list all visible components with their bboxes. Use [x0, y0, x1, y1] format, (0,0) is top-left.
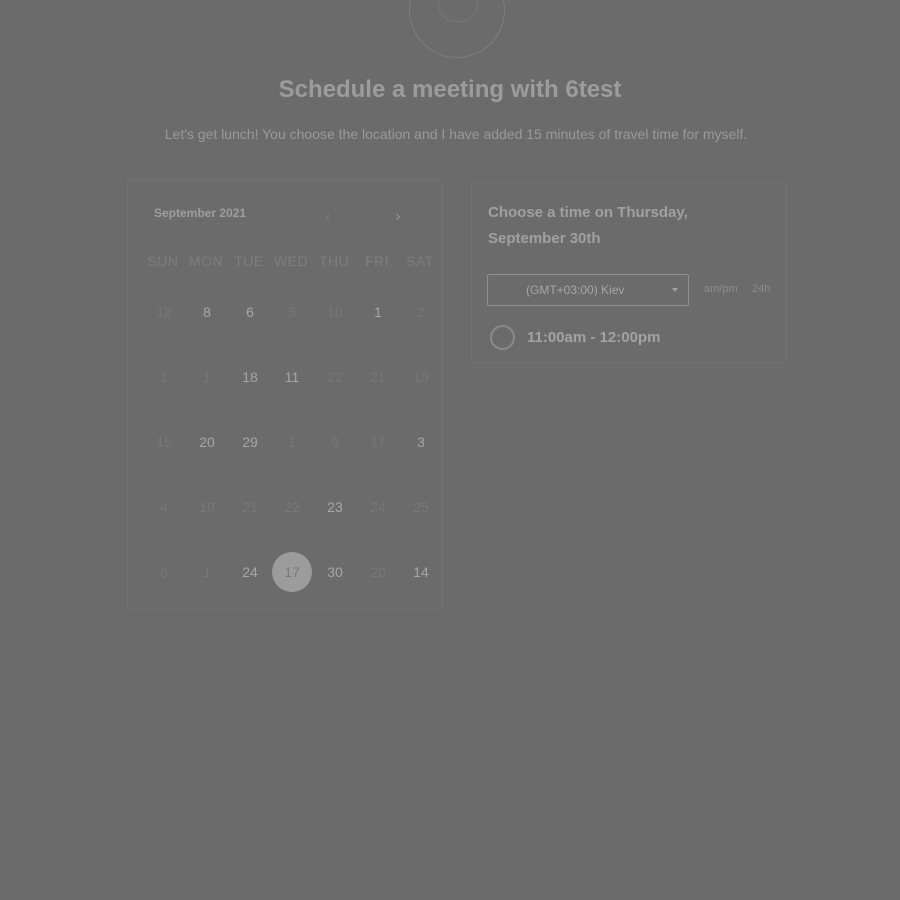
chevron-left-icon[interactable]: ‹ [320, 207, 336, 227]
page-subtitle: Let's get lunch! You choose the location… [164, 126, 748, 142]
calendar-day[interactable]: 18 [230, 357, 270, 397]
weekday-label: WED [273, 253, 309, 269]
host-avatar [409, 0, 505, 58]
avatar-icon [438, 0, 478, 22]
weekday-label: MON [188, 253, 224, 269]
calendar-day: 1 [203, 564, 211, 580]
calendar-day: 6 [160, 564, 168, 580]
time-slot-label[interactable]: 11:00am - 12:00pm [527, 329, 660, 346]
weekday-label: FRI [364, 253, 390, 269]
calendar-day[interactable]: 29 [230, 422, 270, 462]
calendar-day: 15 [156, 434, 172, 450]
calendar-day[interactable]: 1 [358, 292, 398, 332]
calendar-day[interactable]: 20 [187, 422, 227, 462]
month-label: September 2021 [154, 206, 247, 220]
calendar-day[interactable]: 11 [272, 357, 312, 397]
calendar-day: 1 [160, 369, 168, 385]
weekday-label: SAT [406, 253, 434, 269]
calendar-day: 4 [160, 499, 168, 515]
calendar-day: 19 [413, 369, 429, 385]
calendar-day[interactable]: 6 [230, 292, 270, 332]
calendar-day: 17 [370, 434, 386, 450]
calendar-day: 1 [203, 369, 211, 385]
calendar-day: 21 [370, 369, 386, 385]
time-heading: Choose a time on Thursday, September 30t… [488, 204, 688, 247]
calendar-day[interactable]: 30 [315, 552, 355, 592]
calendar-day: 22 [284, 499, 300, 515]
weekday-label: THU [318, 253, 350, 269]
calendar-day[interactable]: 3 [401, 422, 441, 462]
calendar-day-selected[interactable]: 17 [272, 552, 312, 592]
calendar-day: 2 [417, 304, 425, 320]
calendar-day: 24 [370, 499, 386, 515]
calendar-day[interactable]: 8 [187, 292, 227, 332]
weekday-label: SUN [147, 253, 179, 269]
calendar-day[interactable]: 14 [401, 552, 441, 592]
weekday-label: TUE [234, 253, 264, 269]
page-title: Schedule a meeting with 6test [278, 76, 622, 103]
format-ampm-toggle[interactable]: am/pm [704, 283, 738, 295]
time-slot-radio[interactable] [490, 325, 515, 350]
timezone-value: (GMT+03:00) Kiev [526, 283, 625, 297]
format-24h-toggle[interactable]: 24h [752, 283, 770, 295]
caret-down-icon [672, 288, 678, 292]
calendar-day: 10 [199, 499, 215, 515]
calendar-day[interactable]: 23 [315, 487, 355, 527]
calendar-day: 21 [242, 499, 258, 515]
calendar-day: 25 [413, 499, 429, 515]
calendar-day: 9 [331, 434, 339, 450]
chevron-right-icon[interactable]: › [390, 207, 406, 227]
calendar-day: 12 [156, 304, 172, 320]
calendar-day: 5 [288, 304, 296, 320]
calendar-day: 1 [288, 434, 296, 450]
calendar-day: 20 [370, 564, 386, 580]
timezone-select[interactable]: (GMT+03:00) Kiev [487, 274, 689, 306]
calendar-day[interactable]: 24 [230, 552, 270, 592]
calendar-day: 10 [327, 304, 343, 320]
calendar-day: 22 [327, 369, 343, 385]
